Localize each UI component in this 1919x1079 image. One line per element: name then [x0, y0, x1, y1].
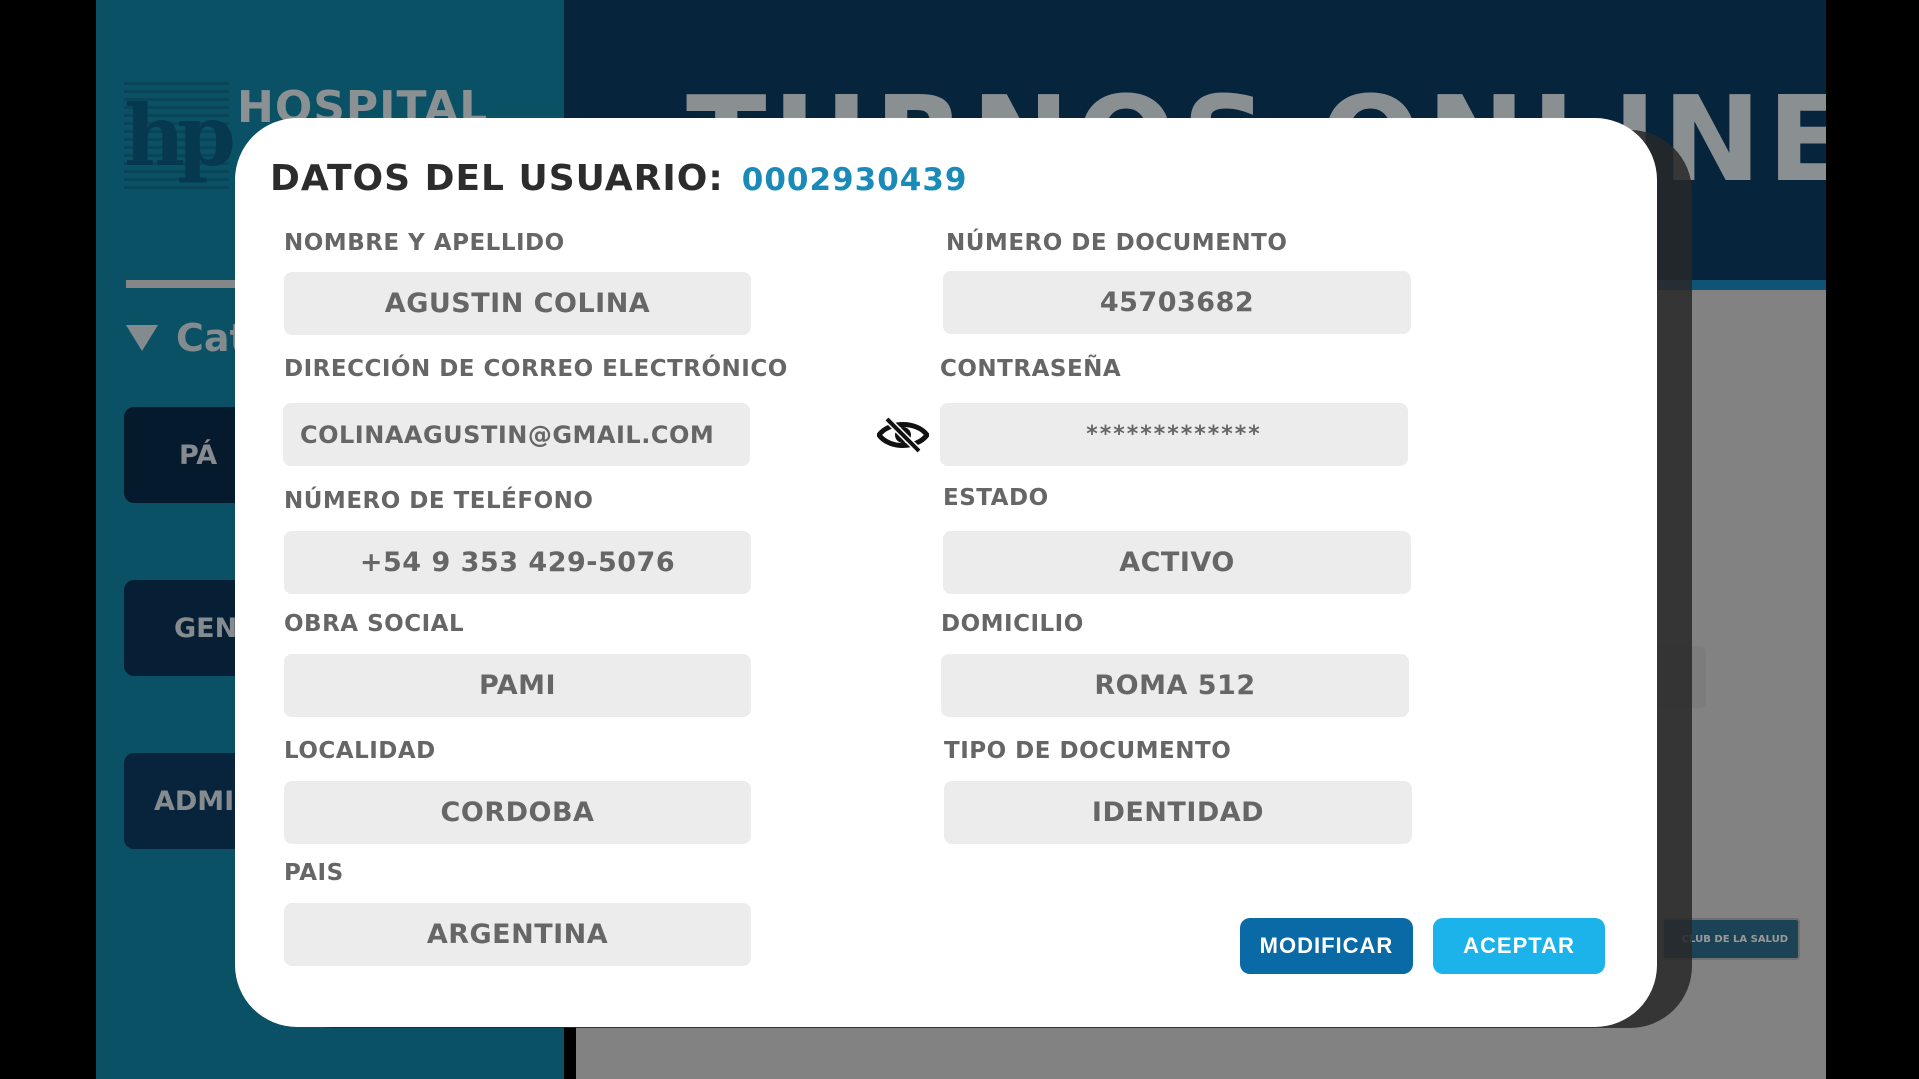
telefono-field[interactable]: +54 9 353 429-5076: [284, 531, 751, 594]
email-field[interactable]: COLINAAGUSTIN@GMAIL.COM: [283, 403, 750, 466]
modificar-button[interactable]: MODIFICAR: [1240, 918, 1413, 974]
eye-slash-icon[interactable]: [877, 415, 929, 455]
pais-field[interactable]: ARGENTINA: [284, 903, 751, 966]
nombre-field[interactable]: AGUSTIN COLINA: [284, 272, 751, 335]
localidad-field[interactable]: CORDOBA: [284, 781, 751, 844]
estado-label: ESTADO: [943, 485, 1049, 511]
user-id: 0002930439: [741, 162, 968, 198]
password-field[interactable]: *************: [940, 403, 1408, 466]
aceptar-button[interactable]: ACEPTAR: [1433, 918, 1605, 974]
nombre-label: NOMBRE Y APELLIDO: [284, 230, 565, 256]
documento-field[interactable]: 45703682: [943, 271, 1411, 334]
tipo-documento-label: TIPO DE DOCUMENTO: [944, 738, 1232, 764]
modal-header: DATOS DEL USUARIO: 0002930439: [270, 158, 967, 199]
obra-social-label: OBRA SOCIAL: [284, 611, 465, 637]
pais-label: PAIS: [284, 860, 344, 886]
domicilio-field[interactable]: ROMA 512: [941, 654, 1409, 717]
email-label: DIRECCIÓN DE CORREO ELECTRÓNICO: [284, 356, 788, 382]
documento-label: NÚMERO DE DOCUMENTO: [946, 230, 1288, 256]
estado-field[interactable]: ACTIVO: [943, 531, 1411, 594]
localidad-label: LOCALIDAD: [284, 738, 436, 764]
tipo-documento-field[interactable]: IDENTIDAD: [944, 781, 1412, 844]
telefono-label: NÚMERO DE TELÉFONO: [284, 488, 594, 514]
domicilio-label: DOMICILIO: [941, 611, 1084, 637]
modal-title: DATOS DEL USUARIO:: [270, 158, 724, 199]
obra-social-field[interactable]: PAMI: [284, 654, 751, 717]
user-data-modal: DATOS DEL USUARIO: 0002930439 NOMBRE Y A…: [235, 118, 1657, 1027]
password-label: CONTRASEÑA: [940, 356, 1122, 382]
